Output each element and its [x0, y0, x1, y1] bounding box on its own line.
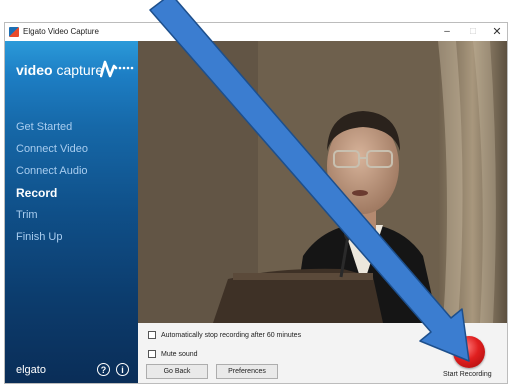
nav-connect-video[interactable]: Connect Video	[16, 142, 88, 164]
start-recording-button[interactable]	[453, 336, 485, 368]
help-icon[interactable]: ?	[97, 363, 110, 376]
nav-record[interactable]: Record	[16, 186, 88, 208]
step-navigation: Get Started Connect Video Connect Audio …	[16, 120, 88, 252]
app-window: Elgato Video Capture – □ ✕ video capture…	[4, 22, 508, 384]
mute-option[interactable]: Mute sound	[148, 350, 198, 358]
video-preview	[138, 41, 507, 323]
sidebar: video capture Get Started Connect Video …	[5, 41, 138, 383]
video-frame-image	[138, 41, 507, 323]
nav-connect-audio[interactable]: Connect Audio	[16, 164, 88, 186]
close-button[interactable]: ✕	[485, 24, 507, 40]
minimize-button[interactable]: –	[435, 24, 459, 40]
auto-stop-label: Automatically stop recording after 60 mi…	[161, 331, 302, 339]
mute-label: Mute sound	[161, 350, 198, 358]
start-recording-label: Start Recording	[443, 371, 492, 378]
window-title: Elgato Video Capture	[23, 27, 99, 36]
mute-checkbox[interactable]	[148, 350, 156, 358]
waveform-logo-icon	[100, 60, 134, 78]
info-icon[interactable]: i	[116, 363, 129, 376]
elgato-app-icon	[9, 27, 19, 37]
auto-stop-checkbox[interactable]	[148, 331, 156, 339]
video-capture-logo: video capture	[16, 62, 104, 78]
auto-stop-option[interactable]: Automatically stop recording after 60 mi…	[148, 331, 301, 339]
nav-get-started[interactable]: Get Started	[16, 120, 88, 142]
title-bar: Elgato Video Capture – □ ✕	[5, 23, 507, 41]
recording-controls: Automatically stop recording after 60 mi…	[138, 323, 507, 383]
nav-trim[interactable]: Trim	[16, 208, 88, 230]
preferences-button[interactable]: Preferences	[216, 364, 278, 379]
maximize-button[interactable]: □	[461, 24, 485, 40]
go-back-button[interactable]: Go Back	[146, 364, 208, 379]
elgato-brand: elgato	[16, 364, 46, 376]
nav-finish-up[interactable]: Finish Up	[16, 230, 88, 252]
